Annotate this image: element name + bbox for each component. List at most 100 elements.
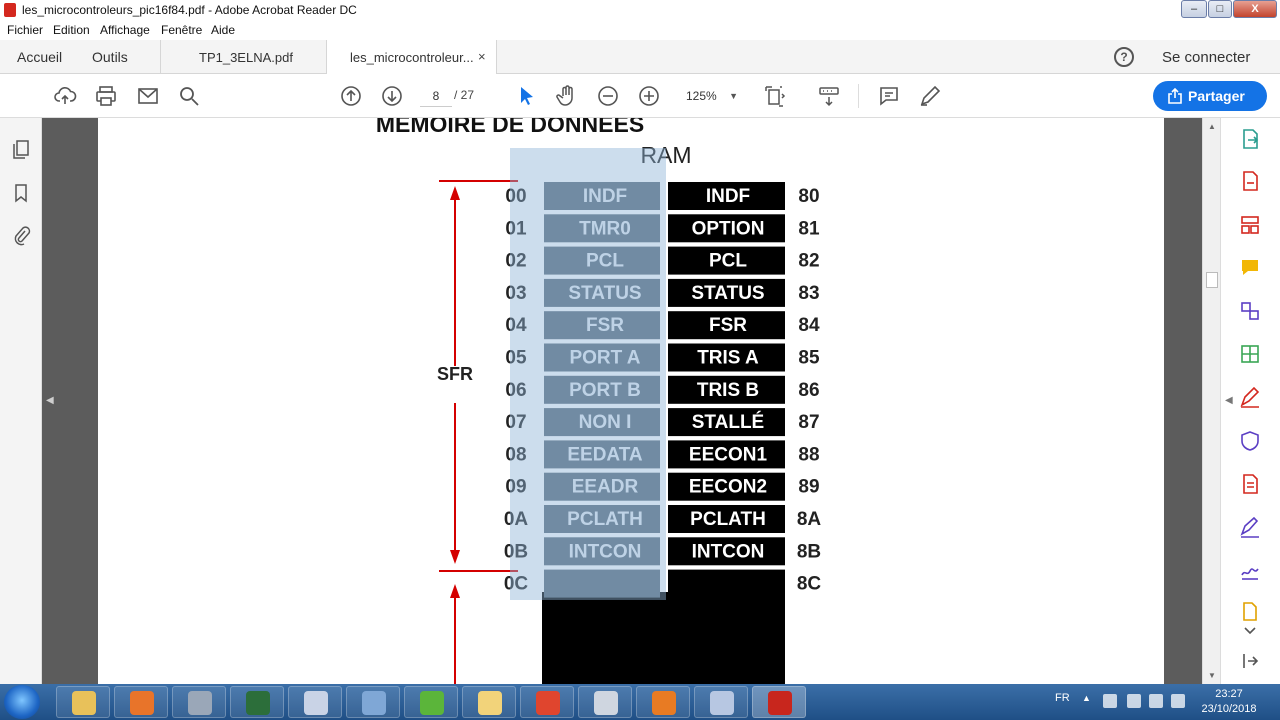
close-window-button[interactable]: X [1233, 0, 1277, 18]
general-purpose-registers-area [542, 592, 785, 684]
taskbar-app-firefox[interactable] [636, 686, 690, 718]
chevron-down-icon[interactable] [1239, 620, 1261, 642]
scroll-up-icon[interactable]: ▲ [1208, 122, 1216, 131]
taskbar-app-folder[interactable] [462, 686, 516, 718]
clock-date[interactable]: 23/10/2018 [1198, 703, 1260, 715]
help-icon[interactable]: ? [1114, 47, 1134, 67]
acrobat-icon [768, 691, 792, 715]
taskbar-app-explorer[interactable] [56, 686, 110, 718]
scrollbar-thumb[interactable] [1206, 272, 1218, 288]
expand-left-panel-icon[interactable]: ◀ [46, 395, 54, 406]
right-address: 80 [798, 186, 819, 207]
fit-page-icon[interactable] [763, 84, 787, 108]
sign-icon[interactable] [1239, 516, 1261, 538]
taskbar-app-chrome[interactable] [520, 686, 574, 718]
scroll-down-icon[interactable]: ▼ [1208, 671, 1216, 680]
clock-app-icon [594, 691, 618, 715]
collapse-right-panel-icon[interactable]: ◀ [1225, 395, 1233, 406]
network-tray-icon[interactable] [1103, 694, 1117, 708]
toolbar: 8 / 27 125% ▼ [0, 74, 1280, 118]
comment-icon[interactable] [877, 84, 901, 108]
menu-aide[interactable]: Aide [211, 23, 235, 37]
right-address: 8B [797, 541, 821, 562]
next-page-icon[interactable] [380, 84, 404, 108]
taskbar-app-terminal[interactable] [230, 686, 284, 718]
tab-document-microcontroleurs-label: les_microcontroleur... [350, 50, 474, 65]
sign-in-link[interactable]: Se connecter [1162, 49, 1250, 66]
search-icon[interactable] [177, 84, 201, 108]
compress-pdf-icon[interactable] [1239, 343, 1261, 365]
right-address: 8C [797, 574, 822, 595]
language-indicator[interactable]: FR [1055, 692, 1070, 704]
previous-page-icon[interactable] [339, 84, 363, 108]
tab-outils[interactable]: Outils [92, 49, 128, 65]
bank1-register: TRIS A [697, 348, 759, 369]
page-number-input[interactable]: 8 [420, 85, 452, 107]
combine-files-icon[interactable] [1239, 300, 1261, 322]
page-thumbnails-icon[interactable] [10, 138, 32, 160]
select-cursor-icon[interactable] [514, 84, 538, 108]
protect-icon[interactable] [1239, 430, 1261, 452]
document-viewer[interactable]: ◀ MEMOIRE DE DONNEES RAM SFR 00 INDF INDF 8… [42, 118, 1202, 684]
taskbar-app-media-player[interactable] [114, 686, 168, 718]
taskbar-app-utorrent[interactable] [404, 686, 458, 718]
comment-tool-icon[interactable] [1239, 257, 1261, 279]
menu-fenetre[interactable]: Fenêtre [161, 23, 202, 37]
flag-tray-icon[interactable] [1127, 694, 1141, 708]
tab-accueil[interactable]: Accueil [17, 49, 62, 65]
toolbar-divider [858, 84, 859, 108]
taskbar-app-calculator[interactable] [346, 686, 400, 718]
close-tab-icon[interactable]: × [478, 49, 486, 64]
organize-pages-icon[interactable] [1239, 214, 1261, 236]
create-pdf-icon[interactable] [1239, 170, 1261, 192]
show-hidden-icons-icon[interactable]: ▲ [1082, 693, 1091, 703]
tab-document-tp1[interactable]: TP1_3ELNA.pdf [160, 40, 327, 74]
more-tools-icon[interactable] [1239, 600, 1261, 622]
pdf-page[interactable]: MEMOIRE DE DONNEES RAM SFR 00 INDF INDF 80 0… [98, 118, 1164, 684]
taskbar-app-clock-app[interactable] [578, 686, 632, 718]
share-button[interactable]: Partager [1153, 81, 1267, 111]
email-icon[interactable] [136, 84, 160, 108]
maximize-button[interactable]: □ [1208, 0, 1232, 18]
security-tray-icon[interactable] [1149, 694, 1163, 708]
menu-fichier[interactable]: Fichier [7, 23, 43, 37]
fill-sign-icon[interactable] [1239, 386, 1261, 408]
zoom-level-value: 125% [686, 89, 717, 103]
chrome-icon [536, 691, 560, 715]
menu-affichage[interactable]: Affichage [100, 23, 150, 37]
minimize-button[interactable]: – [1181, 0, 1207, 18]
text-selection-highlight [510, 148, 666, 600]
taskbar-app-keyboard-app[interactable] [694, 686, 748, 718]
volume-tray-icon[interactable] [1171, 694, 1185, 708]
taskbar-app-acrobat[interactable] [752, 686, 806, 718]
taskbar-app-paint[interactable] [288, 686, 342, 718]
bank1-register: EECON1 [689, 444, 768, 465]
right-address: 86 [798, 380, 819, 401]
start-button[interactable] [4, 685, 40, 719]
right-address: 81 [798, 218, 820, 239]
expand-tools-icon[interactable] [1239, 650, 1261, 672]
zoom-level-dropdown[interactable]: 125% ▼ [678, 85, 744, 107]
zoom-in-icon[interactable] [637, 84, 661, 108]
vertical-scrollbar[interactable]: ▲ ▼ [1202, 118, 1220, 684]
export-pdf-icon[interactable] [1239, 128, 1261, 150]
taskbar-app-app-3d[interactable] [172, 686, 226, 718]
print-icon[interactable] [94, 84, 118, 108]
explorer-icon [72, 691, 96, 715]
keyboard-app-icon [710, 691, 734, 715]
scroll-mode-icon[interactable] [817, 84, 841, 108]
attachment-icon[interactable] [10, 224, 32, 246]
edit-pdf-icon[interactable] [1239, 473, 1261, 495]
share-button-label: Partager [1188, 88, 1245, 104]
bank1-register: STALLÉ [692, 411, 764, 433]
upload-cloud-icon[interactable] [53, 84, 77, 108]
clock-time[interactable]: 23:27 [1203, 688, 1255, 700]
menu-edition[interactable]: Edition [53, 23, 90, 37]
tab-document-microcontroleurs[interactable]: les_microcontroleur... × [327, 40, 497, 75]
page-count: / 27 [454, 88, 475, 102]
send-for-signature-icon[interactable] [1239, 559, 1261, 581]
pen-draw-icon[interactable] [918, 84, 942, 108]
bookmark-icon[interactable] [10, 182, 32, 204]
hand-tool-icon[interactable] [555, 84, 579, 108]
zoom-out-icon[interactable] [596, 84, 620, 108]
